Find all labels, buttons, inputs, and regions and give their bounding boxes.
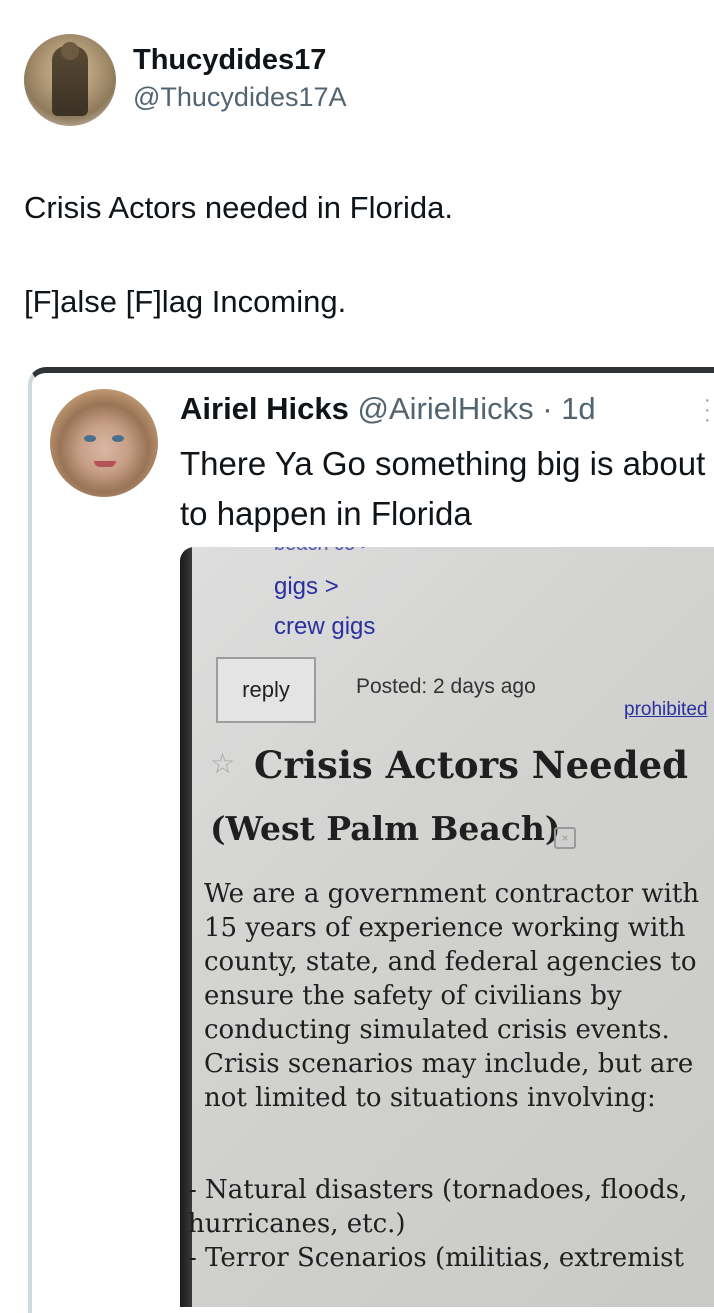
quoted-header: Airiel Hicks @AirielHicks · 1d xyxy=(180,391,596,427)
photo-title: Crisis Actors Needed xyxy=(254,743,688,787)
photo-cut-text: beach co > xyxy=(274,547,372,556)
photo-list: - Natural disasters (tornadoes, floods, … xyxy=(188,1173,714,1275)
star-icon: ☆ xyxy=(210,747,236,780)
author-display-name[interactable]: Thucydides17 xyxy=(133,44,326,77)
photo-link-gigs: gigs > xyxy=(274,573,339,600)
photo-body-line: Crisis scenarios may include, but are xyxy=(204,1049,694,1079)
quoted-author-avatar[interactable] xyxy=(50,389,158,497)
photo-body: We are a government contractor with 15 y… xyxy=(204,877,714,1115)
quoted-tweet[interactable]: Airiel Hicks @AirielHicks · 1d · · · There… xyxy=(28,367,714,1313)
tweet-text: Crisis Actors needed in Florida. [F]alse… xyxy=(24,184,684,325)
author-avatar[interactable] xyxy=(24,34,116,126)
author-handle[interactable]: @Thucydides17A xyxy=(133,82,347,113)
avatar-head xyxy=(61,42,79,60)
photo-posted-date: Posted: 2 days ago xyxy=(356,675,536,698)
tweet-line: [F]alse [F]lag Incoming. xyxy=(24,284,347,319)
quoted-handle-time[interactable]: @AirielHicks · 1d xyxy=(358,391,596,426)
tweet-line: Crisis Actors needed in Florida. xyxy=(24,190,454,225)
quoted-text: There Ya Go something big is about to ha… xyxy=(180,445,706,532)
photo-prohibited-link: prohibited xyxy=(624,699,708,720)
photo-body-line: conducting simulated crisis events. xyxy=(204,1015,670,1045)
more-options-icon[interactable]: · · · xyxy=(704,390,711,430)
quoted-photo[interactable]: beach co > gigs > crew gigs reply Posted… xyxy=(180,547,714,1307)
photo-body-line: We are a government contractor with xyxy=(204,879,700,909)
photo-link-crew-gigs: crew gigs xyxy=(274,613,376,640)
photo-list-line: - Natural disasters (tornadoes, floods, xyxy=(188,1175,688,1205)
photo-body-line: not limited to situations involving: xyxy=(204,1083,656,1113)
photo-location: (West Palm Beach) xyxy=(210,809,561,848)
photo-list-line: hurricanes, etc.) xyxy=(188,1209,406,1239)
quoted-display-name[interactable]: Airiel Hicks xyxy=(180,391,349,426)
close-box-icon: × xyxy=(554,827,576,849)
photo-reply-button: reply xyxy=(216,657,316,723)
photo-body-line: county, state, and federal agencies to xyxy=(204,947,697,977)
photo-body-line: ensure the safety of civilians by xyxy=(204,981,622,1011)
photo-body-line: 15 years of experience working with xyxy=(204,913,686,943)
photo-list-line: - Terror Scenarios (militias, extremist xyxy=(188,1243,684,1273)
